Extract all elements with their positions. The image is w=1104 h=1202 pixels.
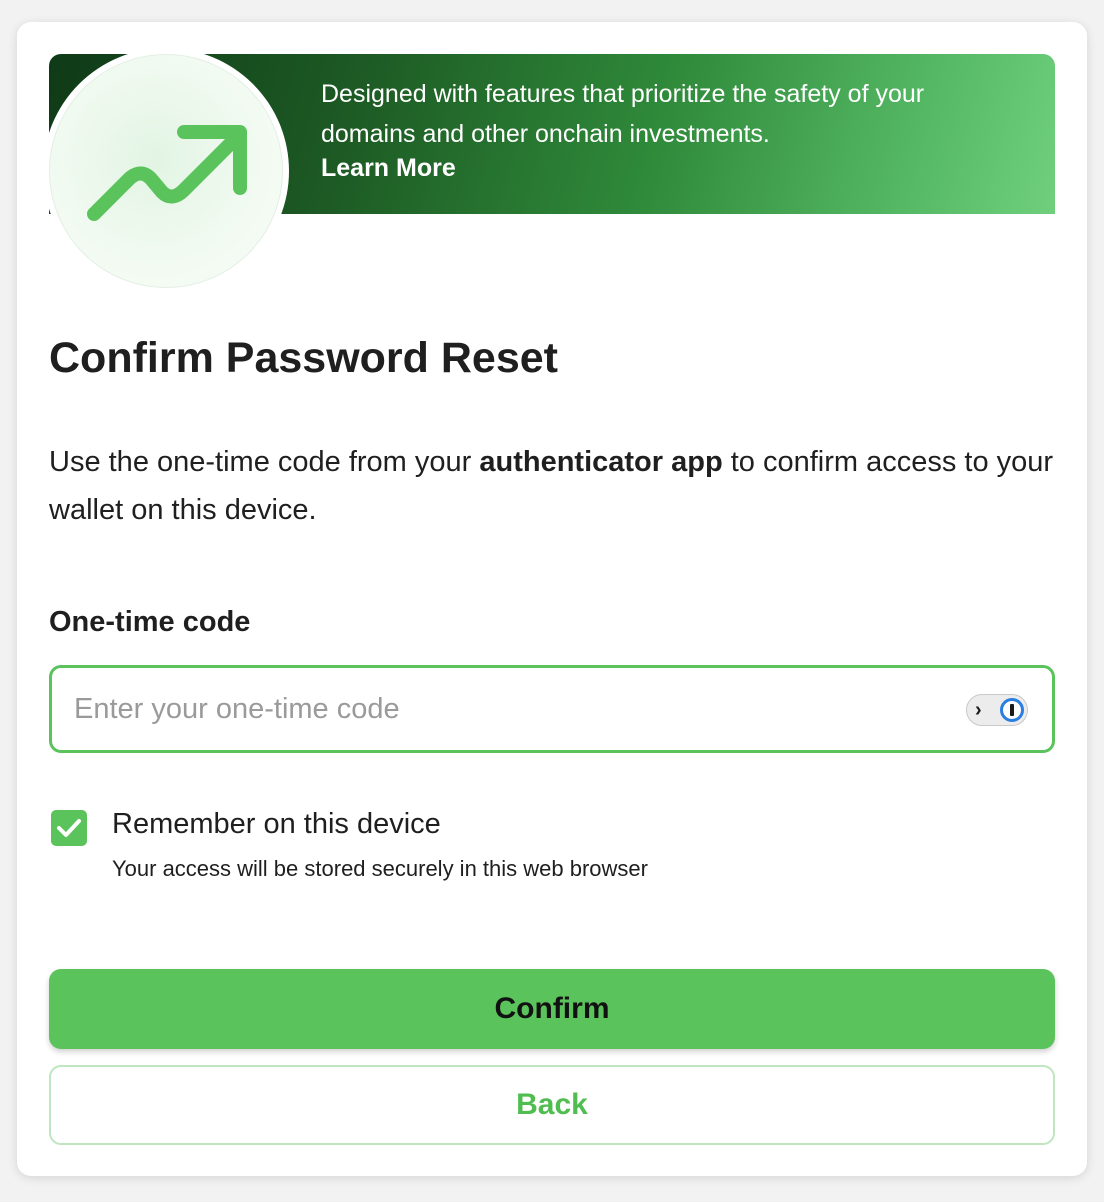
- one-time-code-input[interactable]: [74, 668, 934, 750]
- description-bold: authenticator app: [479, 446, 723, 478]
- remember-device-sublabel: Your access will be stored securely in t…: [112, 856, 648, 881]
- back-button[interactable]: Back: [49, 1065, 1055, 1145]
- description-prefix: Use the one-time code from your: [49, 446, 480, 478]
- chevron-right-icon: ›: [975, 699, 982, 721]
- medal-background: [49, 54, 283, 288]
- confirm-button[interactable]: Confirm: [49, 969, 1055, 1049]
- banner-medal: [43, 48, 289, 294]
- page-description: Use the one-time code from your authenti…: [49, 438, 1059, 534]
- banner-text: Designed with features that prioritize t…: [321, 80, 925, 148]
- learn-more-link[interactable]: Learn More: [321, 154, 456, 183]
- 1password-icon: [1000, 698, 1024, 722]
- code-field-label: One-time code: [49, 606, 251, 638]
- trending-up-arrow-icon: [87, 125, 247, 221]
- password-manager-button[interactable]: ›: [966, 694, 1028, 726]
- checkmark-icon: [57, 819, 81, 837]
- code-input-wrapper: ›: [49, 665, 1055, 753]
- password-reset-card: Designed with features that prioritize t…: [17, 22, 1087, 1176]
- remember-device-checkbox[interactable]: [51, 810, 87, 846]
- remember-device-label[interactable]: Remember on this device: [112, 808, 441, 841]
- page-title: Confirm Password Reset: [49, 334, 558, 382]
